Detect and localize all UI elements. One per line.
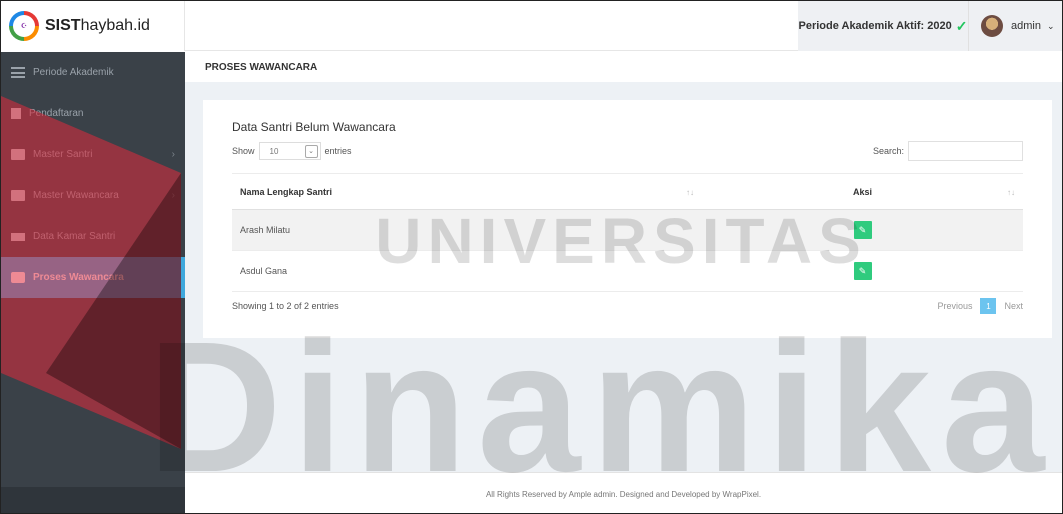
sidebar-footer (1, 487, 185, 513)
edit-icon[interactable]: ✎ (853, 221, 872, 239)
cell-action: ✎ (702, 209, 1023, 251)
sidebar-item-master-wawancara[interactable]: Master Wawancara › (1, 175, 185, 216)
chevron-down-icon: ⌄ (304, 144, 318, 158)
pagination: Previous 1 Next (937, 298, 1023, 314)
chat-icon (11, 272, 25, 283)
sidebar-item-data-kamar-santri[interactable]: Data Kamar Santri (1, 216, 185, 257)
avatar (981, 15, 1003, 37)
brand-text: SISThaybah.id (45, 17, 150, 34)
cell-name: Asdul Gana (232, 250, 702, 292)
entries-select[interactable]: 10 ⌄ (258, 142, 321, 160)
chevron-right-icon: › (171, 149, 175, 160)
brand[interactable]: ☪ SISThaybah.id (1, 1, 185, 51)
page-1-button[interactable]: 1 (980, 298, 997, 314)
edit-icon[interactable]: ✎ (853, 262, 872, 280)
bed-icon (11, 232, 25, 241)
app-window: ☪ SISThaybah.id Periode Akademik Aktif: … (0, 0, 1063, 514)
user-menu[interactable]: admin ⌄ (968, 1, 1062, 51)
table-info: Showing 1 to 2 of 2 entries (232, 301, 339, 311)
table-row: Asdul Gana ✎ (232, 250, 1023, 292)
sidebar-item-label: Periode Akademik (33, 67, 114, 78)
active-period-label: Periode Akademik Aktif: 2020 (798, 20, 952, 32)
entries-label: entries (324, 146, 352, 156)
main-content: PROSES WAWANCARA Data Santri Belum Wawan… (185, 52, 1062, 513)
list-icon (11, 67, 25, 78)
search-input[interactable] (908, 141, 1023, 161)
table-footer: Showing 1 to 2 of 2 entries Previous 1 N… (232, 298, 1023, 314)
santri-table: Nama Lengkap Santri ↑↓ Aksi ↑↓ Arash Mil… (232, 173, 1023, 292)
topbar: ☪ SISThaybah.id Periode Akademik Aktif: … (1, 1, 1062, 51)
sidebar-item-label: Master Santri (33, 149, 93, 160)
sort-icon: ↑↓ (1007, 188, 1015, 197)
chevron-down-icon: ⌄ (1046, 20, 1055, 31)
next-page-button[interactable]: Next (1004, 301, 1023, 311)
site-footer: All Rights Reserved by Ample admin. Desi… (185, 472, 1062, 513)
card-title: Data Santri Belum Wawancara (232, 120, 396, 134)
id-card-icon (11, 149, 25, 160)
sidebar-item-master-santri[interactable]: Master Santri › (1, 134, 185, 175)
sidebar-item-label: Data Kamar Santri (33, 231, 116, 242)
sidebar-item-label: Proses Wawancara (33, 272, 124, 283)
sidebar-item-proses-wawancara[interactable]: Proses Wawancara (1, 257, 185, 298)
active-period-badge: Periode Akademik Aktif: 2020 ✓ (798, 1, 968, 51)
page-title: PROSES WAWANCARA (185, 52, 1062, 82)
sort-icon: ↑↓ (686, 188, 694, 197)
prev-page-button[interactable]: Previous (937, 301, 972, 311)
search-label: Search: (872, 146, 904, 156)
show-label: Show (232, 146, 255, 156)
entries-length: Show 10 ⌄ entries (232, 142, 352, 160)
sidebar-item-periode-akademik[interactable]: Periode Akademik (1, 52, 185, 93)
user-name: admin (1011, 20, 1041, 32)
sidebar-item-pendaftaran[interactable]: Pendaftaran (1, 93, 185, 134)
sidebar-item-label: Master Wawancara (33, 190, 119, 201)
data-card: Data Santri Belum Wawancara Show 10 ⌄ en… (203, 100, 1052, 338)
column-header-nama[interactable]: Nama Lengkap Santri ↑↓ (232, 173, 702, 210)
table-header-row: Nama Lengkap Santri ↑↓ Aksi ↑↓ (232, 173, 1023, 210)
brand-logo-icon: ☪ (9, 11, 39, 41)
chevron-right-icon: › (171, 190, 175, 201)
entries-value: 10 (269, 146, 279, 156)
id-card-icon (11, 190, 25, 201)
document-icon (11, 108, 21, 119)
table-row: Arash Milatu ✎ (232, 209, 1023, 251)
sidebar: Periode Akademik Pendaftaran Master Sant… (1, 52, 185, 513)
search-box: Search: (873, 141, 1023, 161)
sidebar-item-label: Pendaftaran (29, 108, 84, 119)
cell-action: ✎ (702, 250, 1023, 292)
table-controls: Show 10 ⌄ entries Search: (232, 141, 1023, 161)
cell-name: Arash Milatu (232, 209, 702, 251)
column-header-aksi[interactable]: Aksi ↑↓ (702, 173, 1023, 210)
check-icon: ✓ (955, 17, 968, 34)
